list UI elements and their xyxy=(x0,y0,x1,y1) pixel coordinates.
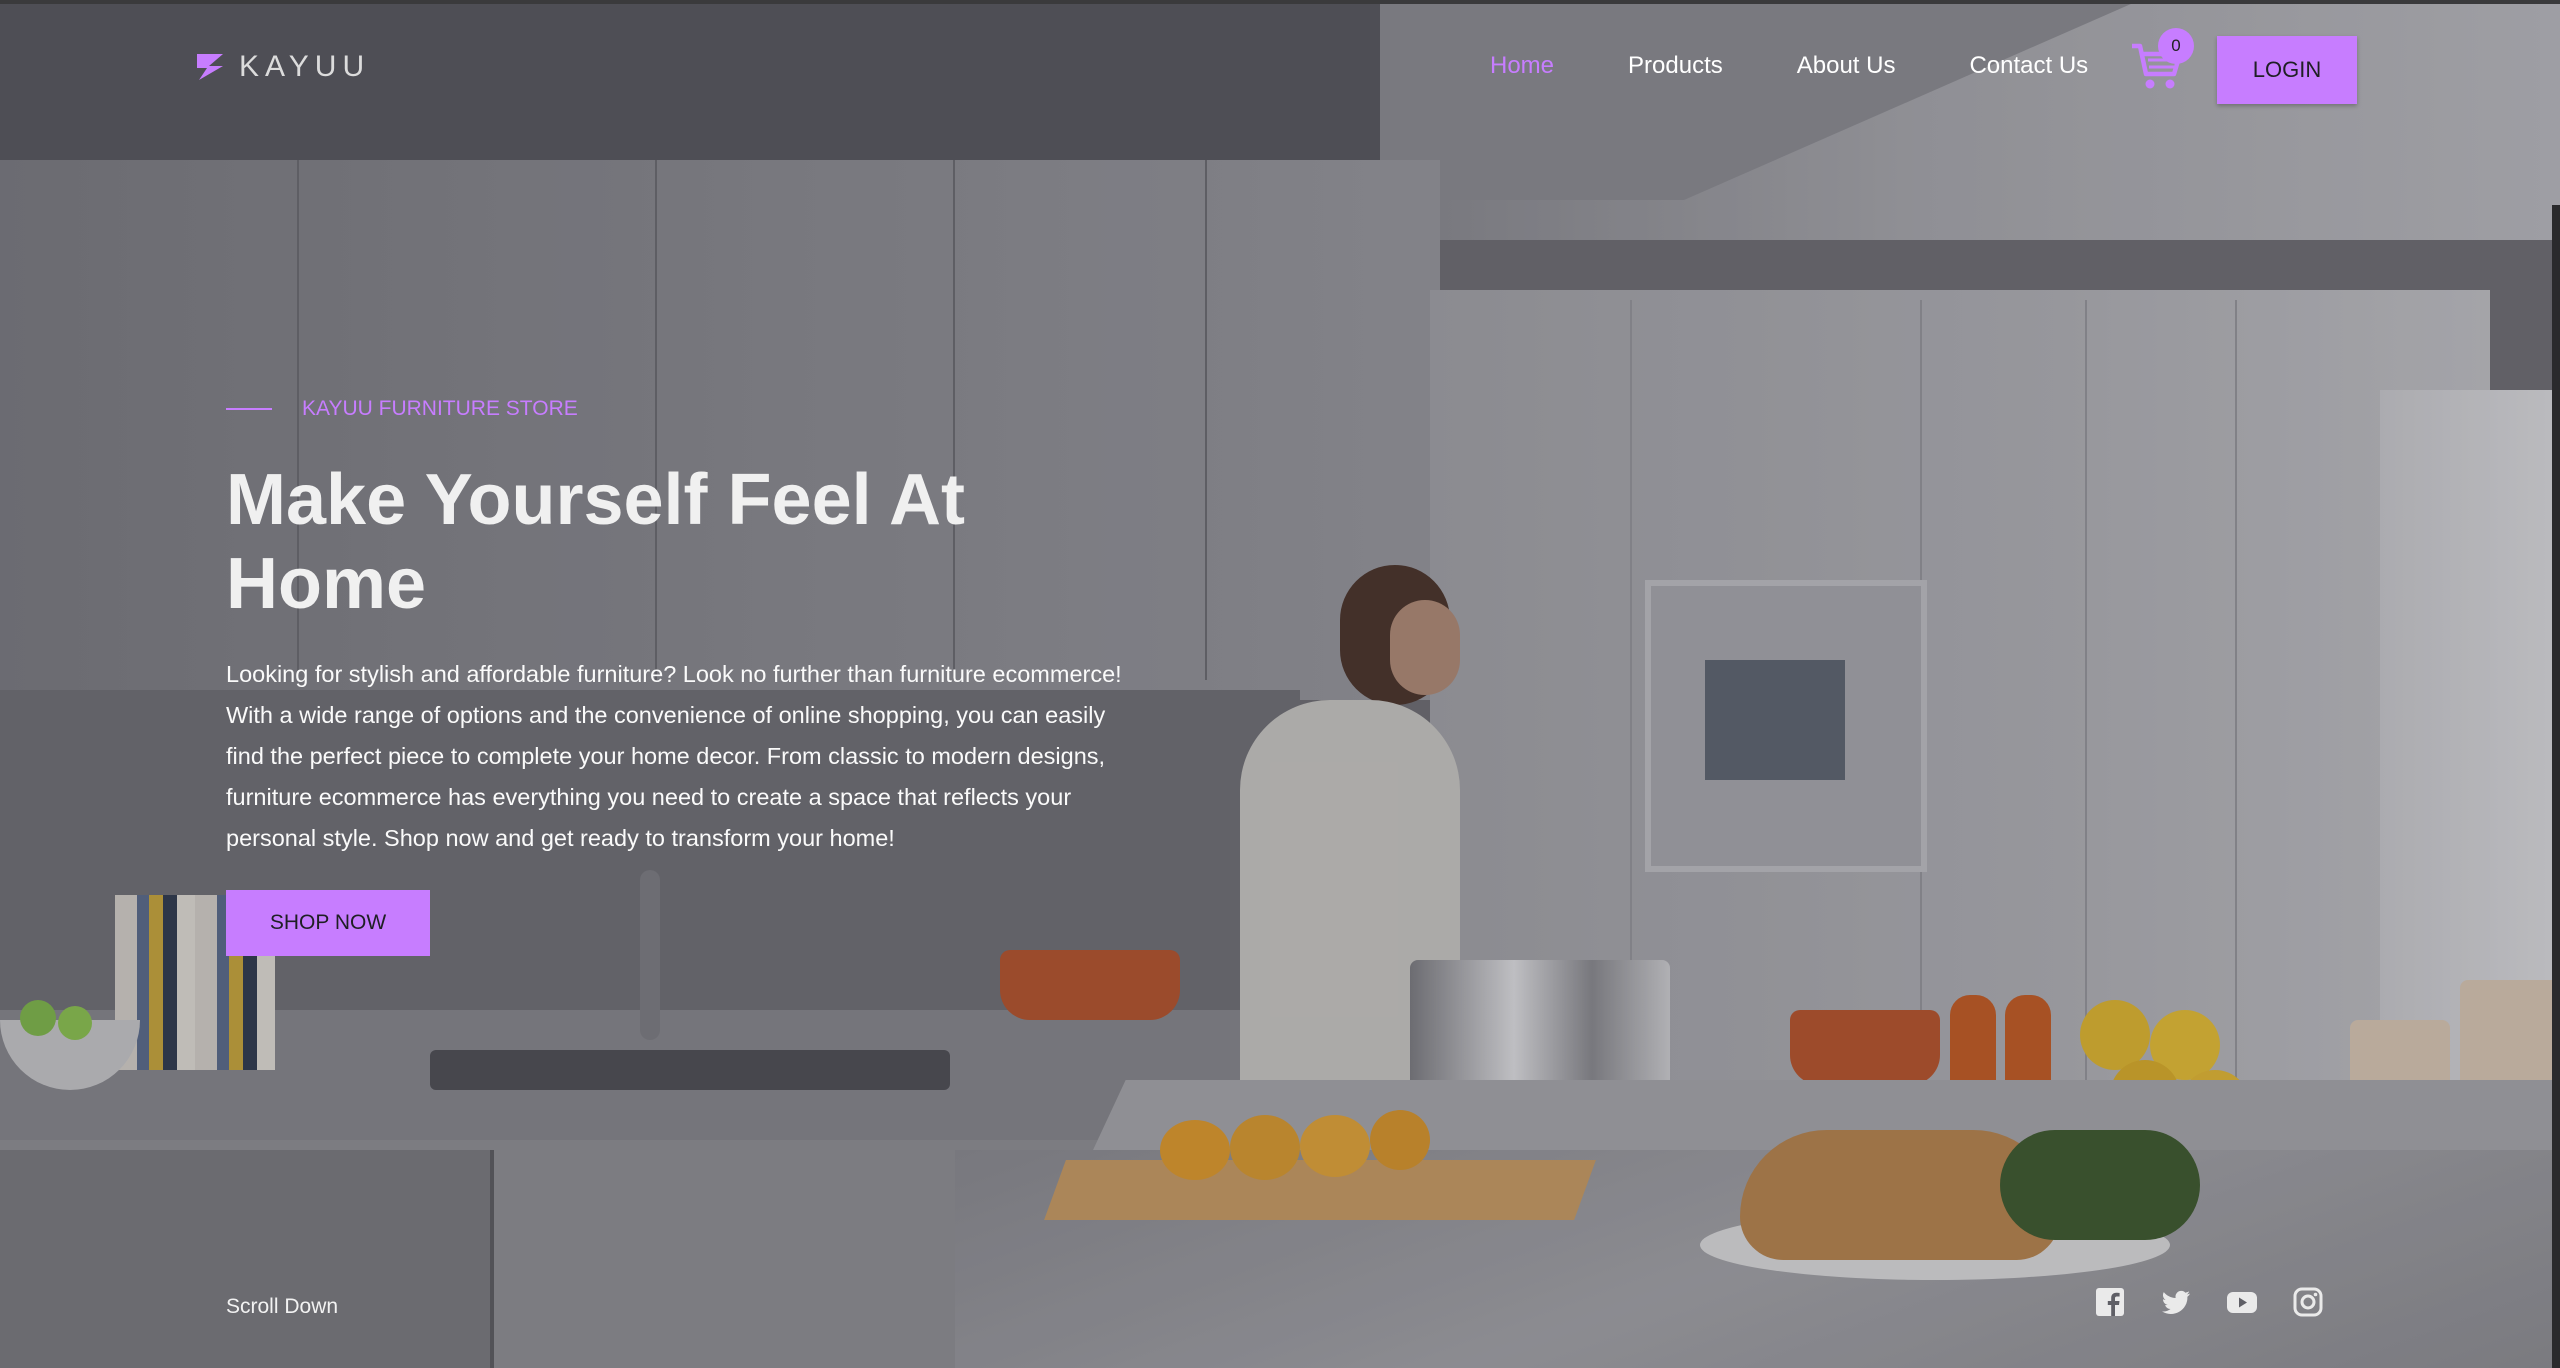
kayuu-logo-icon xyxy=(197,54,223,80)
youtube-icon[interactable] xyxy=(2226,1286,2258,1318)
hero-eyebrow: KAYUU FURNITURE STORE xyxy=(226,397,578,421)
scrollbar[interactable] xyxy=(2552,205,2560,1368)
nav-home[interactable]: Home xyxy=(1490,52,1554,80)
instagram-icon[interactable] xyxy=(2292,1286,2324,1318)
hero-headline: Make Yourself Feel At Home xyxy=(226,460,965,624)
brand-logo[interactable]: KAYUU xyxy=(195,50,370,84)
facebook-icon[interactable] xyxy=(2094,1286,2126,1318)
brand-name: KAYUU xyxy=(239,50,371,83)
nav-contact-us[interactable]: Contact Us xyxy=(1969,52,2088,80)
hero-description: Looking for stylish and affordable furni… xyxy=(226,661,1122,851)
scroll-down-link[interactable]: Scroll Down xyxy=(226,1295,338,1319)
eyebrow-divider xyxy=(226,408,272,410)
social-links xyxy=(2094,1286,2324,1318)
nav-about-us[interactable]: About Us xyxy=(1797,52,1896,80)
cart-count-badge: 0 xyxy=(2158,28,2194,64)
login-button[interactable]: LOGIN xyxy=(2217,36,2357,104)
eyebrow-text: KAYUU FURNITURE STORE xyxy=(302,397,578,420)
window-top-border xyxy=(0,0,2560,4)
shop-now-button[interactable]: SHOP NOW xyxy=(226,890,430,956)
main-nav: Home Products About Us Contact Us xyxy=(1490,52,2088,80)
twitter-icon[interactable] xyxy=(2160,1286,2192,1318)
nav-products[interactable]: Products xyxy=(1628,52,1723,80)
